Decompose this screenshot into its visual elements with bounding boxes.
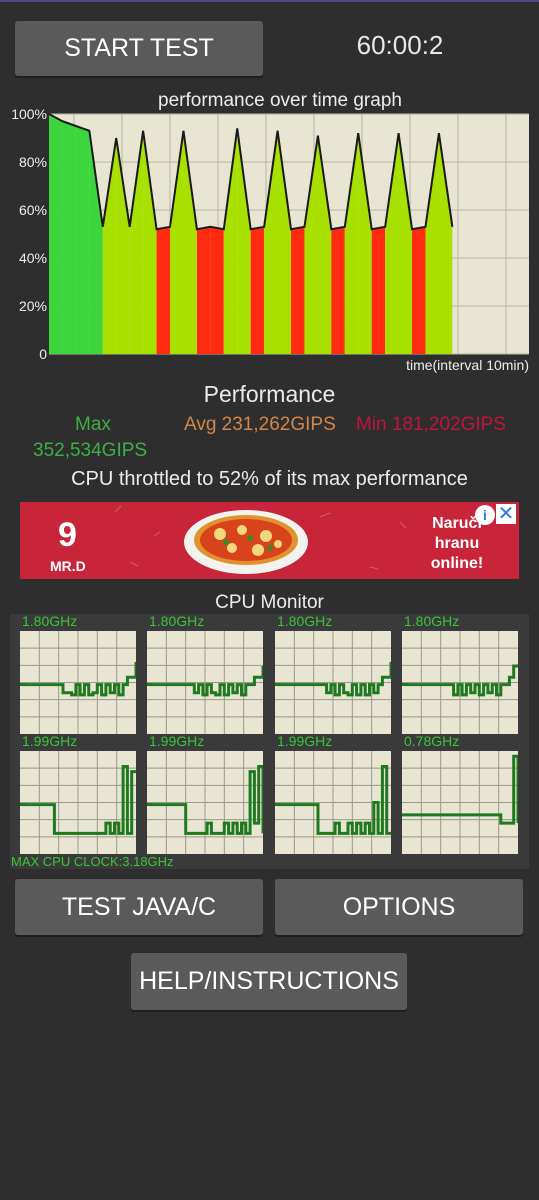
graph-area-segment	[196, 226, 211, 354]
graph-area-segment	[210, 226, 224, 354]
core-frequency-label: 1.80GHz	[277, 613, 333, 629]
core-graph	[20, 631, 138, 734]
status-bar-line	[0, 0, 539, 2]
core-frequency-label: 1.99GHz	[149, 733, 205, 749]
core-graph-svg	[147, 631, 265, 734]
core-frequency-label: 1.99GHz	[277, 733, 333, 749]
core-frequency-label: 1.80GHz	[404, 613, 460, 629]
graph-area-segment	[250, 226, 265, 354]
ad-banner[interactable]: 9 MR.D Naruči hranu online! i ✕	[20, 502, 519, 579]
core-graph	[402, 751, 520, 854]
core-frequency-label: 0.78GHz	[404, 733, 460, 749]
test-java-c-button[interactable]: TEST JAVA/C	[15, 879, 263, 935]
core-graph-svg	[20, 631, 138, 734]
graph-title: performance over time graph	[158, 90, 402, 111]
ad-logo: 9	[58, 516, 77, 554]
graph-y-tick: 40%	[19, 250, 47, 266]
core-graph-svg	[275, 631, 393, 734]
graph-x-caption: time(interval 10min)	[406, 357, 529, 373]
throttle-summary: CPU throttled to 52% of its max performa…	[71, 468, 468, 490]
start-test-button[interactable]: START TEST	[15, 21, 263, 76]
graph-area-segment	[75, 126, 90, 354]
cpu-monitor-panel: 1.80GHz 1.80GHz 1.80GHz 1.80GHz 1.99GHz 1.99G…	[10, 613, 529, 869]
core-graph-svg	[275, 751, 391, 854]
options-button[interactable]: OPTIONS	[275, 879, 523, 935]
cpu-monitor-title: CPU Monitor	[215, 592, 324, 613]
graph-area-segment	[49, 114, 63, 354]
help-instructions-button[interactable]: HELP/INSTRUCTIONS	[131, 953, 407, 1010]
performance-graph: 100% 80% 60% 40% 20% 0	[8, 85, 530, 377]
graph-area-segment	[156, 226, 171, 354]
max-value: 352,534GIPS	[33, 440, 148, 461]
graph-area-segment	[331, 226, 345, 354]
graph-y-tick: 60%	[19, 202, 47, 218]
close-icon[interactable]: ✕	[496, 504, 516, 524]
graph-y-tick: 0	[39, 346, 47, 362]
graph-area-segment	[62, 121, 76, 354]
core-graph	[20, 751, 136, 854]
performance-title: Performance	[203, 381, 336, 407]
graph-y-tick: 80%	[19, 154, 47, 170]
graph-area-segment	[412, 226, 426, 354]
graph-y-tick: 20%	[19, 298, 47, 314]
avg-value: Avg 231,262GIPS	[184, 414, 336, 435]
max-cpu-clock: MAX CPU CLOCK:3.18GHz	[11, 854, 174, 869]
info-icon[interactable]: i	[475, 505, 495, 525]
ad-logo-text: MR.D	[50, 558, 86, 574]
graph-area-segment	[291, 226, 305, 354]
test-timer: 60:00:2	[356, 30, 444, 60]
core-frequency-label: 1.80GHz	[149, 613, 205, 629]
core-graph-svg	[402, 631, 518, 734]
core-graph-svg	[402, 751, 520, 854]
max-label: Max	[75, 414, 111, 435]
core-graph	[147, 751, 265, 854]
core-graph-svg	[20, 751, 136, 854]
core-frequency-label: 1.99GHz	[22, 733, 78, 749]
core-graph	[275, 631, 393, 734]
core-graph	[402, 631, 518, 734]
core-graph-svg	[147, 751, 265, 854]
graph-y-tick: 100%	[11, 106, 47, 122]
core-graph	[275, 751, 391, 854]
performance-graph-svg: 100% 80% 60% 40% 20% 0	[11, 106, 529, 362]
core-frequency-label: 1.80GHz	[22, 613, 78, 629]
core-graph	[147, 631, 265, 734]
graph-area-segment	[371, 226, 386, 354]
min-value: Min 181,202GIPS	[356, 414, 506, 435]
